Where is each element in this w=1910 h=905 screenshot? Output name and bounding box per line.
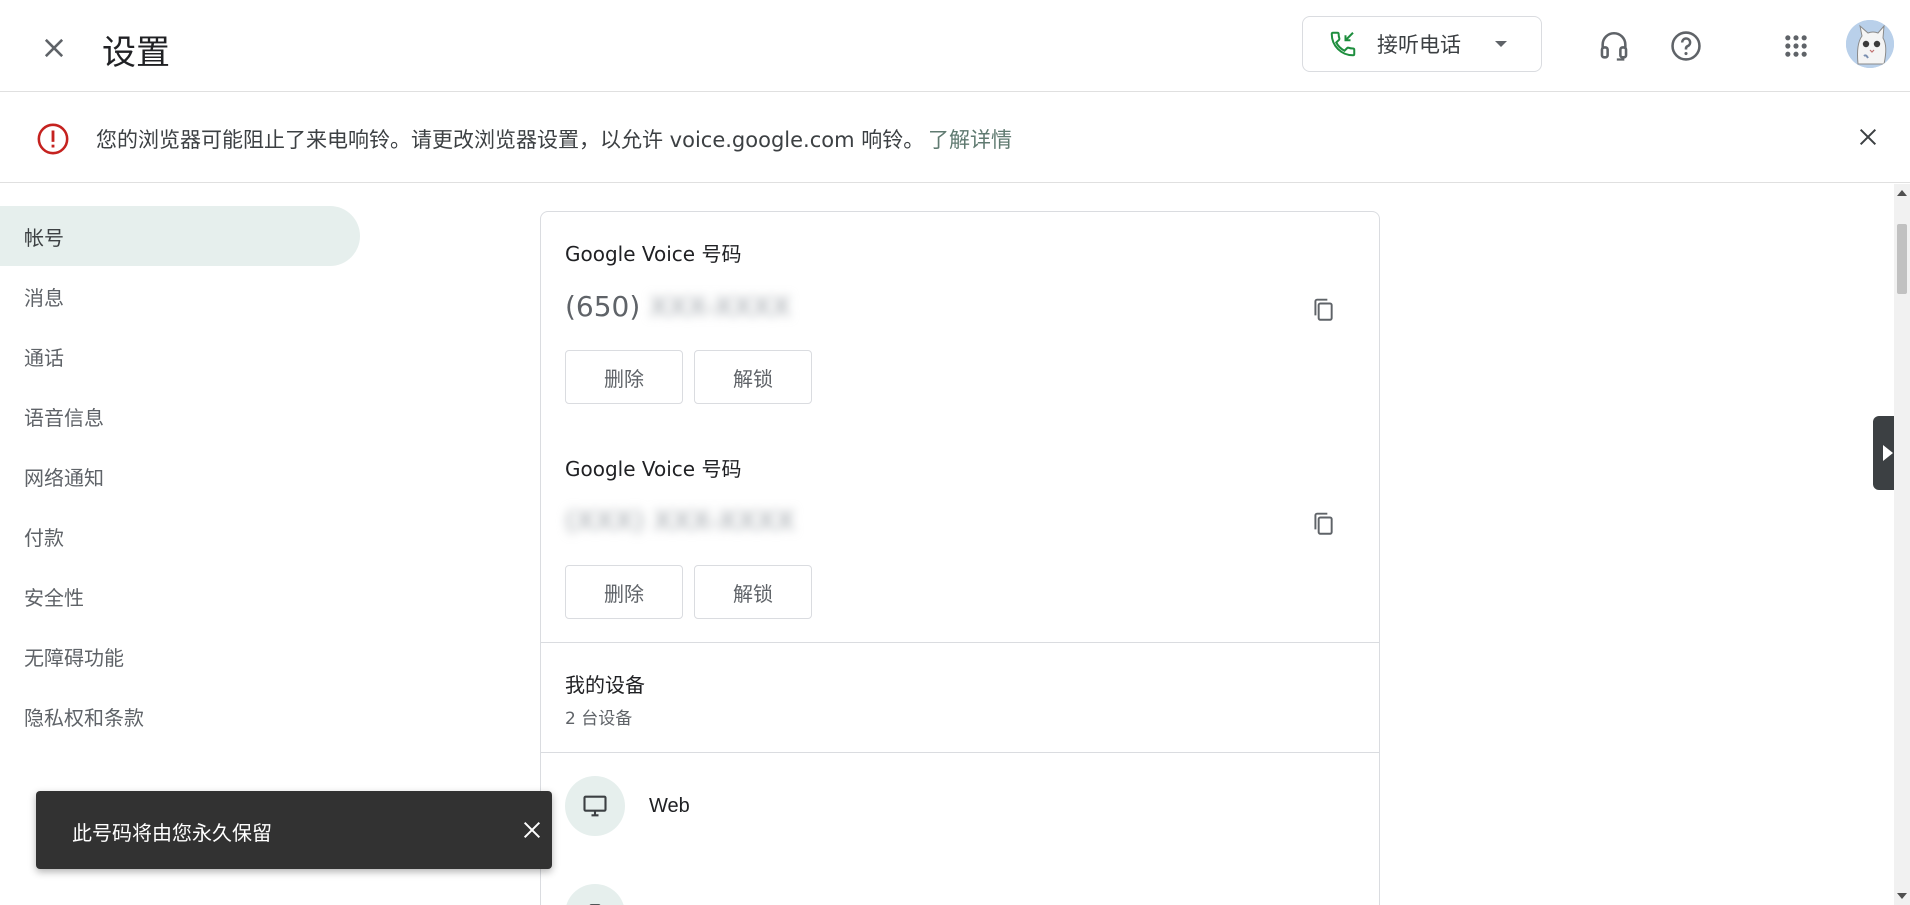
section-divider	[541, 642, 1379, 643]
copy-icon	[1314, 298, 1333, 321]
cat-avatar-icon	[1846, 20, 1894, 68]
phone-icon	[565, 884, 625, 905]
sidebar-item-web-notifications[interactable]: 网络通知	[0, 446, 360, 506]
help-icon	[1671, 31, 1701, 61]
sidebar-item-payments[interactable]: 付款	[0, 506, 360, 566]
page-scrollbar[interactable]	[1894, 184, 1910, 905]
chevron-down-icon	[1491, 34, 1511, 54]
close-icon	[44, 38, 64, 58]
sidebar-item-account[interactable]: 帐号	[0, 206, 360, 266]
avatar[interactable]	[1846, 20, 1894, 68]
dismiss-snackbar-button[interactable]	[512, 810, 552, 850]
section-divider	[541, 752, 1379, 753]
scrollbar-thumb[interactable]	[1897, 224, 1907, 294]
voice-number-title: Google Voice 号码	[565, 457, 742, 481]
voice-number-blurred: XXX-XXXX	[649, 290, 791, 323]
copy-number-button[interactable]	[1301, 288, 1345, 332]
delete-number-button[interactable]: 删除	[565, 350, 683, 404]
sidebar-item-voicemail[interactable]: 语音信息	[0, 386, 360, 446]
answer-calls-label: 接听电话	[1377, 33, 1461, 57]
monitor-icon	[565, 776, 625, 836]
scroll-up-arrow-icon[interactable]	[1897, 190, 1907, 196]
my-devices-title: 我的设备	[565, 673, 645, 697]
unlock-number-button[interactable]: 解锁	[694, 565, 812, 619]
apps-button[interactable]	[1772, 22, 1820, 70]
phone-incoming-icon	[1327, 28, 1359, 60]
apps-grid-icon	[1785, 35, 1807, 57]
settings-sidebar: 帐号 消息 通话 语音信息 网络通知 付款 安全性 无障碍功能 隐私权和条款	[0, 206, 360, 746]
error-icon	[36, 122, 70, 156]
ringer-warning-banner: 您的浏览器可能阻止了来电响铃。请更改浏览器设置，以允许 voice.google…	[0, 93, 1910, 183]
scroll-down-arrow-icon[interactable]	[1897, 893, 1907, 899]
account-card: Google Voice 号码 (650) XXX-XXXX 删除 解锁 Goo…	[540, 211, 1380, 905]
unlock-number-button[interactable]: 解锁	[694, 350, 812, 404]
voice-number-title: Google Voice 号码	[565, 242, 742, 266]
copy-icon	[1314, 512, 1333, 535]
delete-number-button[interactable]: 删除	[565, 565, 683, 619]
answer-calls-dropdown[interactable]: 接听电话	[1302, 16, 1542, 72]
voice-number-value: (650) XXX-XXXX	[565, 290, 791, 323]
play-arrow-icon	[1883, 445, 1893, 461]
device-count: 2 台设备	[565, 709, 633, 729]
snackbar-text: 此号码将由您永久保留	[72, 821, 272, 845]
close-settings-button[interactable]	[30, 24, 78, 72]
voice-number-area-code: (650)	[565, 290, 641, 323]
copy-number-button[interactable]	[1301, 502, 1345, 546]
banner-message: 您的浏览器可能阻止了来电响铃。请更改浏览器设置，以允许 voice.google…	[96, 128, 925, 152]
device-name-web: Web	[649, 795, 690, 817]
dismiss-banner-button[interactable]	[1846, 115, 1890, 159]
sidebar-item-security[interactable]: 安全性	[0, 566, 360, 626]
close-icon	[523, 821, 541, 839]
page-title: 设置	[102, 33, 170, 73]
sidebar-item-privacy-terms[interactable]: 隐私权和条款	[0, 686, 360, 746]
headset-icon	[1600, 32, 1628, 61]
help-button[interactable]	[1662, 22, 1710, 70]
sidebar-item-accessibility[interactable]: 无障碍功能	[0, 626, 360, 686]
close-icon	[1859, 128, 1877, 146]
voice-number-blurred: (XXX) XXX-XXXX	[565, 504, 795, 537]
top-bar: 设置 接听电话	[0, 0, 1910, 92]
voice-number-value: (XXX) XXX-XXXX	[565, 504, 795, 537]
sidebar-item-calls[interactable]: 通话	[0, 326, 360, 386]
learn-more-link[interactable]: 了解详情	[928, 124, 1012, 154]
support-button[interactable]	[1590, 22, 1638, 70]
snackbar: 此号码将由您永久保留	[36, 791, 552, 869]
sidebar-item-messages[interactable]: 消息	[0, 266, 360, 326]
